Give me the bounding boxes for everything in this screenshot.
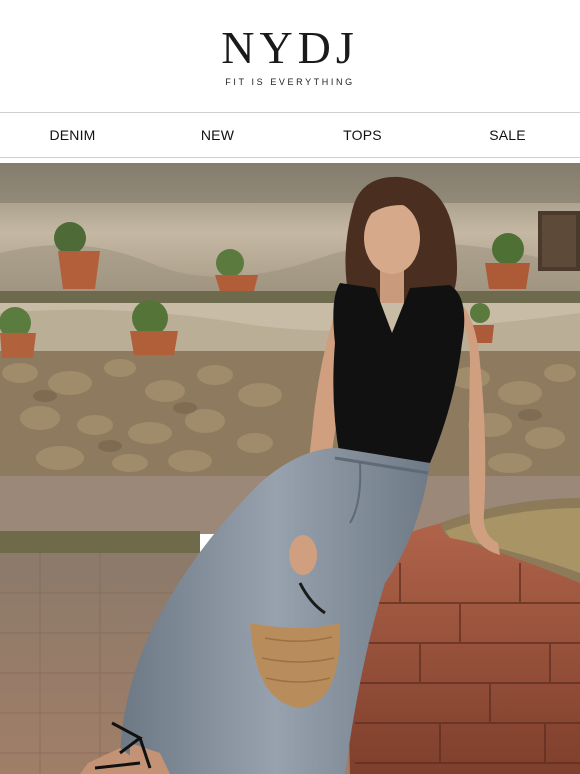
nav-link-denim[interactable]: DENIM	[0, 127, 145, 143]
nav-link-new[interactable]: NEW	[145, 127, 290, 143]
hero-image[interactable]	[0, 163, 580, 774]
nav-link-tops[interactable]: TOPS	[290, 127, 435, 143]
email-header: NYDJ FIT IS EVERYTHING	[0, 0, 580, 113]
brand-logo[interactable]: NYDJ	[221, 25, 359, 71]
category-nav: DENIM NEW TOPS SALE	[0, 113, 580, 158]
hero-photo-illustration	[0, 163, 580, 774]
brand-tagline: FIT IS EVERYTHING	[225, 77, 355, 87]
nav-link-sale[interactable]: SALE	[435, 127, 580, 143]
